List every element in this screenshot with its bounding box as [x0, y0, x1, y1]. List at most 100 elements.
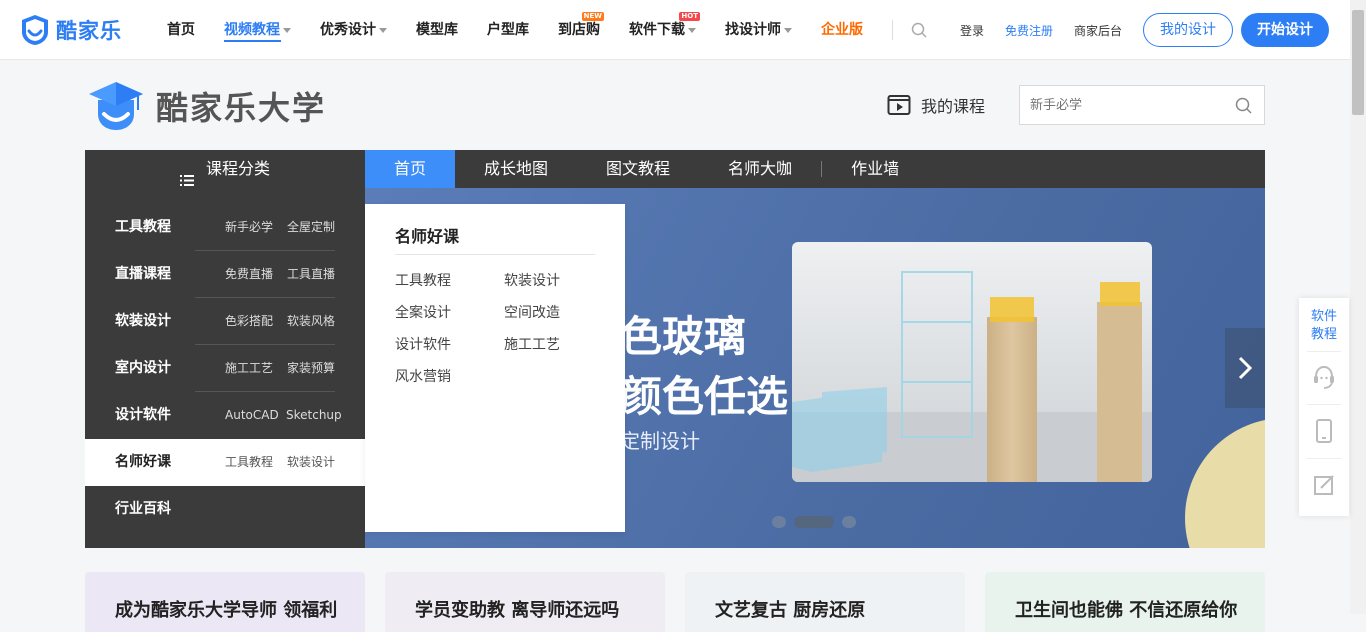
search-icon[interactable]: [911, 22, 927, 38]
banner-pagination: [772, 516, 864, 528]
my-courses-link[interactable]: 我的课程: [887, 93, 985, 117]
category-name[interactable]: 设计软件: [115, 392, 171, 439]
flyout-link[interactable]: 风水营销: [395, 366, 451, 386]
nav-home[interactable]: 首页: [167, 0, 195, 60]
category-sub-link[interactable]: 家装预算: [287, 345, 335, 392]
course-category-header[interactable]: 课程分类: [85, 150, 365, 188]
category-sub-link[interactable]: 软装设计: [287, 439, 335, 486]
nav-enterprise[interactable]: 企业版: [821, 0, 863, 60]
nav-model-label: 模型库: [416, 22, 458, 38]
my-courses-label: 我的课程: [921, 97, 986, 116]
toolbar-divider: [1307, 404, 1341, 405]
nav-software-download[interactable]: 软件下载 HOT: [629, 0, 700, 60]
category-sub-link[interactable]: 色彩搭配: [225, 298, 273, 345]
banner-subtitle: 定制设计: [620, 429, 700, 453]
category-sub-link[interactable]: 工具直播: [287, 251, 335, 298]
search-icon[interactable]: [1235, 97, 1252, 114]
merchant-backend-link[interactable]: 商家后台: [1074, 22, 1122, 39]
category-row-tools[interactable]: 工具教程 新手必学 全屋定制: [85, 204, 365, 251]
course-tabs: 首页 成长地图 图文教程 名师大咖 作业墙: [365, 150, 1265, 188]
tab-growth-map[interactable]: 成长地图: [455, 150, 577, 188]
flyout-link[interactable]: 设计软件: [395, 334, 451, 354]
chevron-down-icon: [379, 27, 387, 33]
course-search-input[interactable]: [1020, 86, 1220, 124]
scrollbar-thumb[interactable]: [1352, 10, 1364, 115]
flyout-title: 名师好课: [395, 227, 460, 246]
university-logo[interactable]: 酷家乐大学: [88, 80, 326, 132]
nav-video-label: 视频教程: [224, 22, 280, 38]
featured-card[interactable]: 学员变助教 离导师还远吗: [385, 572, 665, 632]
mobile-app-icon[interactable]: [1312, 418, 1336, 444]
flyout-link[interactable]: 软装设计: [504, 270, 560, 290]
pagination-dot[interactable]: [842, 516, 856, 528]
nav-floorplan-library[interactable]: 户型库: [487, 0, 529, 60]
category-name[interactable]: 名师好课: [115, 439, 171, 486]
floating-toolbar: 软件 教程: [1299, 298, 1349, 516]
category-name[interactable]: 软装设计: [115, 298, 171, 345]
register-link[interactable]: 免费注册: [1005, 22, 1053, 39]
nav-design-label: 优秀设计: [320, 22, 376, 38]
category-sub-link[interactable]: Sketchup: [286, 392, 342, 439]
category-sub-link[interactable]: 工具教程: [225, 439, 273, 486]
pagination-dot[interactable]: [772, 516, 786, 528]
edit-feedback-icon[interactable]: [1312, 472, 1336, 498]
software-tutorial-label-1: 软件: [1310, 309, 1337, 324]
course-search-box: [1019, 85, 1265, 125]
flyout-link[interactable]: 施工工艺: [504, 334, 560, 354]
category-row-software[interactable]: 设计软件 AutoCAD Sketchup: [85, 392, 365, 439]
nav-store-buy[interactable]: 到店购 NEW: [558, 0, 604, 60]
category-row-live[interactable]: 直播课程 免费直播 工具直播: [85, 251, 365, 298]
category-sub-link[interactable]: AutoCAD: [225, 392, 279, 439]
card-title: 学员变助教 离导师还远吗: [415, 600, 620, 621]
category-name[interactable]: 直播课程: [115, 251, 171, 298]
chevron-down-icon: [283, 27, 291, 33]
category-menu: 工具教程 新手必学 全屋定制 直播课程 免费直播 工具直播 软装设计 色彩搭配 …: [85, 188, 365, 548]
brand-name: 酷家乐: [56, 19, 122, 43]
category-sub-link[interactable]: 新手必学: [225, 204, 273, 251]
tab-famous-teachers[interactable]: 名师大咖: [699, 150, 821, 188]
nav-download-label: 软件下载: [629, 22, 685, 38]
nav-designer-label: 找设计师: [725, 22, 781, 38]
flyout-link[interactable]: 工具教程: [395, 270, 451, 290]
category-name[interactable]: 室内设计: [115, 345, 171, 392]
pagination-dot-active[interactable]: [794, 516, 834, 528]
card-title: 文艺复古 厨房还原: [715, 600, 866, 621]
featured-card[interactable]: 成为酷家乐大学导师 领福利: [85, 572, 365, 632]
featured-card[interactable]: 卫生间也能佛 不信还原给你: [985, 572, 1265, 632]
category-sub-link[interactable]: 免费直播: [225, 251, 273, 298]
category-sub-link[interactable]: 软装风格: [287, 298, 335, 345]
flyout-link[interactable]: 全案设计: [395, 302, 451, 322]
category-sub-link[interactable]: 全屋定制: [287, 204, 335, 251]
chevron-down-icon: [688, 27, 696, 33]
flyout-divider: [395, 254, 595, 255]
tab-homework-wall[interactable]: 作业墙: [822, 150, 928, 188]
category-sub-link[interactable]: 施工工艺: [225, 345, 273, 392]
banner-next-button[interactable]: [1225, 328, 1265, 408]
graduation-cap-logo-icon: [88, 80, 144, 132]
page-scrollbar[interactable]: [1350, 0, 1366, 614]
tab-graphic-tutorials[interactable]: 图文教程: [577, 150, 699, 188]
flyout-link[interactable]: 空间改造: [504, 302, 560, 322]
category-row-famous-courses[interactable]: 名师好课 工具教程 软装设计: [85, 439, 365, 486]
main-nav: 首页 视频教程 优秀设计 模型库 户型库 到店购 NEW 软件下载 HOT 找设计师…: [167, 0, 967, 60]
university-title: 酷家乐大学: [156, 89, 327, 127]
site-logo[interactable]: 酷家乐: [20, 14, 122, 46]
category-row-soft-decor[interactable]: 软装设计 色彩搭配 软装风格: [85, 298, 365, 345]
play-video-icon: [887, 93, 911, 117]
hot-badge: HOT: [679, 12, 700, 21]
nav-find-designer[interactable]: 找设计师: [725, 0, 792, 60]
nav-excellent-design[interactable]: 优秀设计: [320, 0, 387, 60]
customer-service-icon[interactable]: [1312, 364, 1336, 390]
category-name[interactable]: 工具教程: [115, 204, 171, 251]
my-design-button[interactable]: 我的设计: [1143, 13, 1233, 47]
tab-home[interactable]: 首页: [365, 150, 456, 188]
login-link[interactable]: 登录: [960, 22, 984, 39]
nav-model-library[interactable]: 模型库: [416, 0, 458, 60]
category-row-interior[interactable]: 室内设计 施工工艺 家装预算: [85, 345, 365, 392]
category-name[interactable]: 行业百科: [115, 486, 171, 533]
category-row-industry-wiki[interactable]: 行业百科: [85, 486, 365, 533]
software-tutorial-link[interactable]: 软件 教程: [1299, 308, 1349, 344]
start-design-button[interactable]: 开始设计: [1241, 13, 1329, 47]
featured-card[interactable]: 文艺复古 厨房还原: [685, 572, 965, 632]
nav-video-tutorials[interactable]: 视频教程: [224, 0, 291, 60]
